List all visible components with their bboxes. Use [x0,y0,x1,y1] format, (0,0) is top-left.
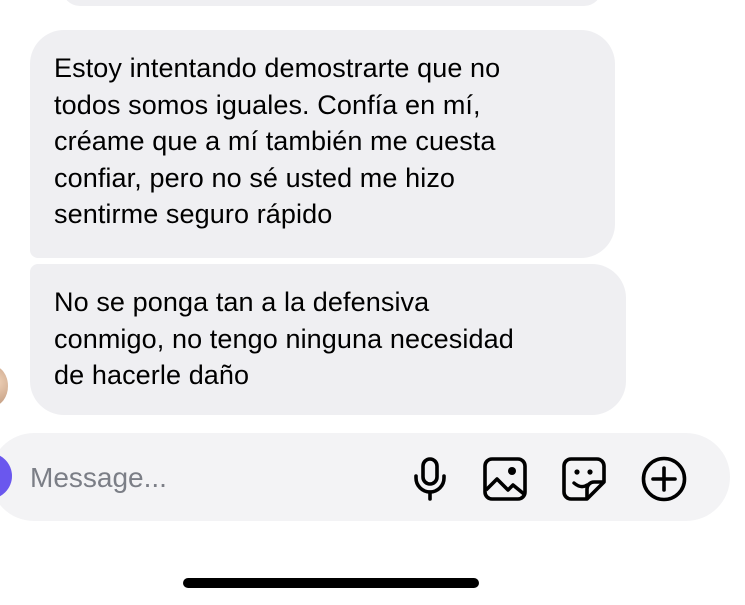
microphone-icon [414,457,446,501]
photo-icon [483,457,527,501]
home-indicator[interactable] [183,578,479,588]
previous-message-bubble [62,0,602,6]
sticker-icon [562,457,606,501]
message-input[interactable] [30,458,390,498]
photo-button[interactable] [481,455,529,503]
chat-screen: Estoy intentando demostrarte que no todo… [0,0,745,605]
message-bubble: No se ponga tan a la defensiva conmigo, … [30,264,626,415]
add-button[interactable] [640,455,688,503]
sticker-button[interactable] [560,455,608,503]
microphone-button[interactable] [406,455,454,503]
add-circle-icon [641,456,687,502]
message-bubble: Estoy intentando demostrarte que no todo… [30,30,615,258]
sender-avatar[interactable] [0,366,8,406]
